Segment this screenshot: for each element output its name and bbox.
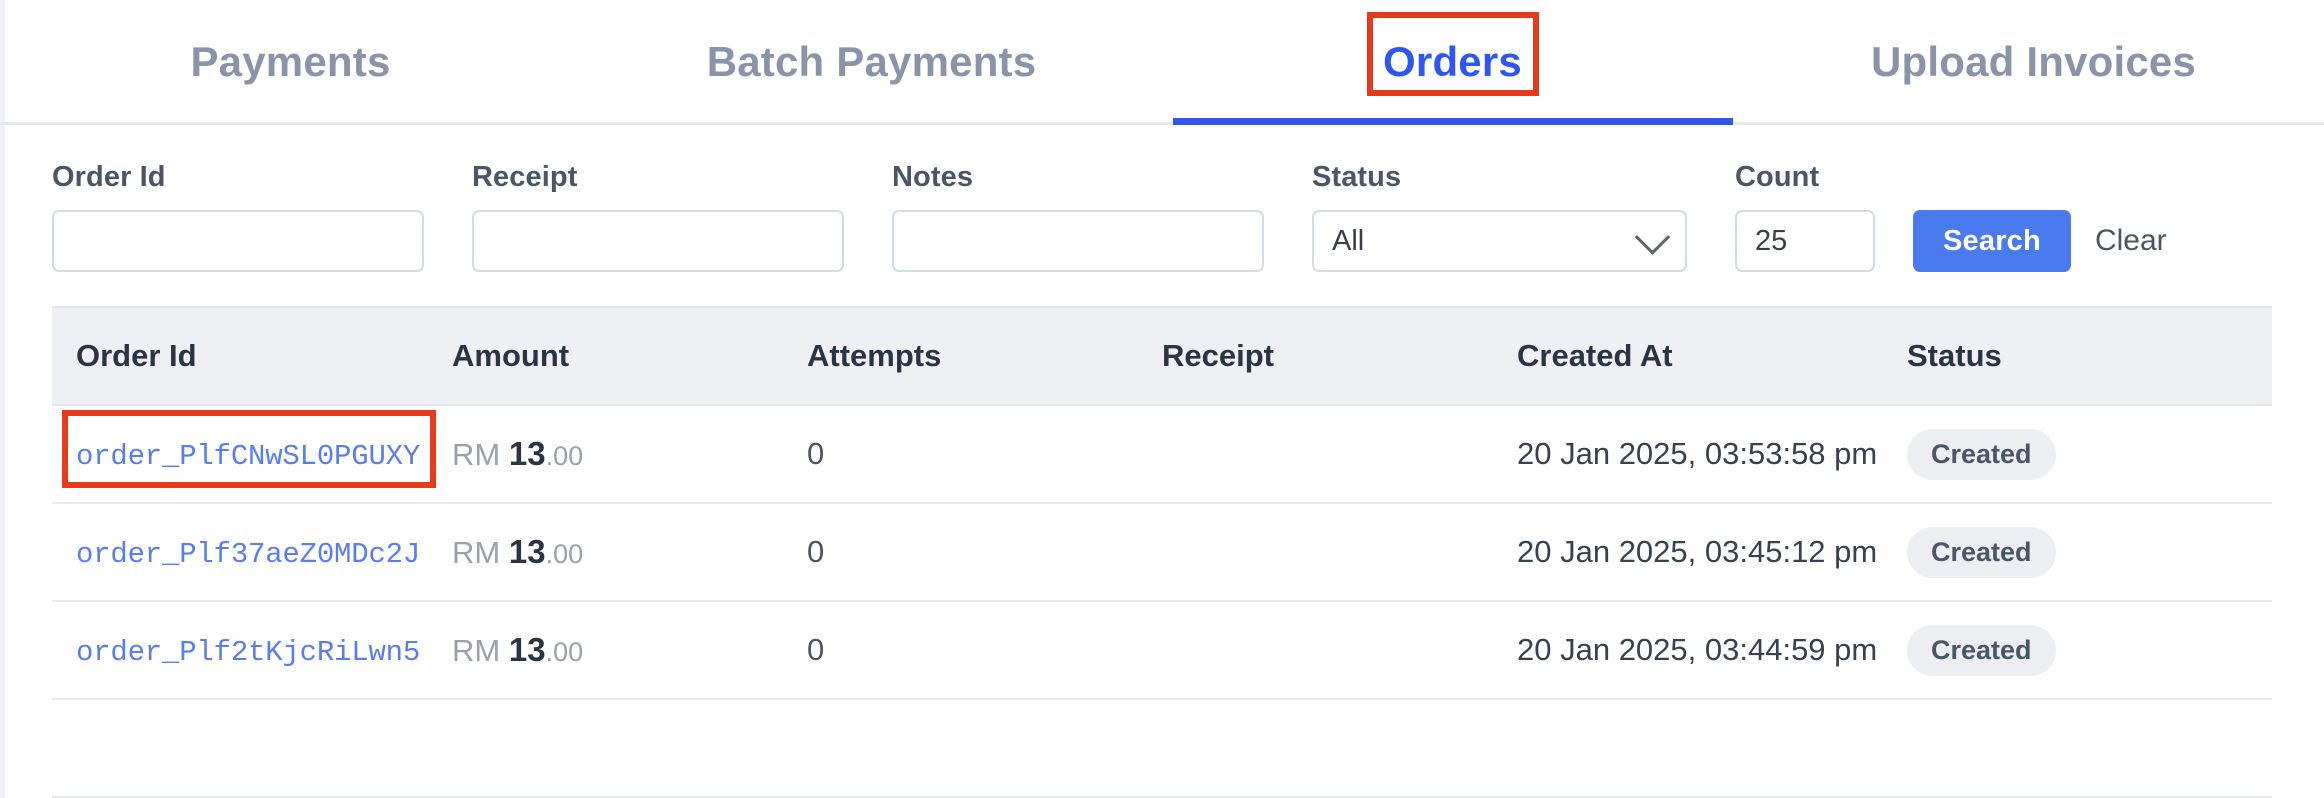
orders-table: Order Id Amount Attempts Receipt Created At S… [52, 306, 2272, 798]
amount-currency: RM [452, 633, 501, 668]
status-label: Status [1312, 161, 1402, 193]
status-select[interactable] [1312, 210, 1687, 272]
filter-receipt: Receipt [472, 161, 844, 272]
filter-count: Count [1735, 161, 1875, 272]
status-select-wrap [1312, 210, 1687, 272]
amount-decimal: .00 [545, 637, 584, 667]
tab-orders[interactable]: Orders [1162, 0, 1743, 127]
orders-table-area: Order Id Amount Attempts Receipt Created At S… [0, 306, 2324, 798]
column-header-amount: Amount [452, 306, 807, 406]
order-id-input[interactable] [52, 210, 424, 272]
cell-status [1907, 699, 2272, 798]
cell-receipt [1162, 503, 1517, 602]
cell-created-at: 20 Jan 2025, 03:44:59 pm [1517, 601, 1907, 700]
cell-order-id: order_Plf37aeZ0MDc2J [52, 503, 452, 602]
amount-decimal: .00 [545, 441, 584, 471]
column-header-order-id: Order Id [52, 306, 452, 406]
cell-order-id [52, 699, 452, 798]
cell-order-id: order_Plf2tKjcRiLwn5 [52, 601, 452, 700]
table-row: order_Plf37aeZ0MDc2J RM 13.00 0 20 Jan 2025… [52, 503, 2272, 602]
cell-created-at: 20 Jan 2025, 03:45:12 pm [1517, 503, 1907, 602]
column-header-created-at: Created At [1517, 306, 1907, 406]
cell-status: Created [1907, 601, 2272, 700]
tab-upload-invoices[interactable]: Upload Invoices [1743, 0, 2324, 124]
cell-amount: RM 13.00 [452, 601, 807, 700]
order-id-cell-wrap: order_PlfCNwSL0PGUXY [62, 409, 437, 488]
notes-input[interactable] [892, 210, 1264, 272]
filter-order-id: Order Id [52, 161, 424, 272]
table-body: order_PlfCNwSL0PGUXY RM 13.00 0 20 Jan 2025… [52, 405, 2272, 798]
order-id-cell-wrap: order_Plf37aeZ0MDc2J [76, 534, 420, 571]
column-header-receipt: Receipt [1162, 306, 1517, 406]
created-at-value: 20 Jan 2025, 03:44:59 pm [1517, 632, 1878, 667]
cell-created-at [1517, 699, 1907, 798]
cell-attempts: 0 [807, 405, 1162, 504]
cell-receipt [1162, 699, 1517, 798]
table-head: Order Id Amount Attempts Receipt Created At S… [52, 306, 2272, 406]
tab-label: Payments [190, 37, 391, 85]
receipt-label: Receipt [472, 161, 578, 193]
tab-label: Batch Payments [706, 37, 1037, 85]
cell-order-id: order_PlfCNwSL0PGUXY [52, 405, 452, 504]
cell-amount [452, 699, 807, 798]
column-header-attempts: Attempts [807, 306, 1162, 406]
created-at-value: 20 Jan 2025, 03:53:58 pm [1517, 436, 1878, 471]
amount-integer: 13 [508, 533, 546, 570]
order-id-link[interactable]: order_Plf2tKjcRiLwn5 [76, 636, 420, 669]
table-row: order_Plf2tKjcRiLwn5 RM 13.00 0 20 Jan 2025… [52, 601, 2272, 700]
cell-status: Created [1907, 503, 2272, 602]
status-badge: Created [1907, 526, 2056, 578]
table-row [52, 699, 2272, 798]
filter-status: Status [1312, 161, 1687, 272]
order-id-link[interactable]: order_PlfCNwSL0PGUXY [76, 440, 420, 473]
tab-payments[interactable]: Payments [0, 0, 581, 124]
amount-decimal: .00 [545, 539, 584, 569]
tab-label: Upload Invoices [1870, 37, 2197, 85]
cell-status: Created [1907, 405, 2272, 504]
created-at-value: 20 Jan 2025, 03:45:12 pm [1517, 534, 1878, 569]
status-badge: Created [1907, 428, 2056, 480]
cell-receipt [1162, 405, 1517, 504]
main-tab-bar: Payments Batch Payments Orders Upload Invoi… [0, 0, 2324, 127]
clear-button[interactable]: Clear [2071, 210, 2191, 272]
attempts-value: 0 [807, 534, 825, 569]
attempts-value: 0 [807, 632, 825, 667]
count-input[interactable] [1735, 210, 1875, 272]
notes-label: Notes [892, 161, 974, 193]
order-id-link[interactable]: order_Plf37aeZ0MDc2J [76, 538, 420, 571]
status-badge: Created [1907, 624, 2056, 676]
cell-created-at: 20 Jan 2025, 03:53:58 pm [1517, 405, 1907, 504]
order-id-label: Order Id [52, 161, 166, 193]
filter-notes: Notes [892, 161, 1264, 272]
cell-attempts: 0 [807, 503, 1162, 602]
cell-amount: RM 13.00 [452, 405, 807, 504]
table-header-row: Order Id Amount Attempts Receipt Created At S… [52, 306, 2272, 406]
amount-currency: RM [452, 437, 501, 472]
amount-integer: 13 [508, 631, 546, 668]
order-id-cell-wrap: order_Plf2tKjcRiLwn5 [76, 632, 420, 669]
amount-currency: RM [452, 535, 501, 570]
count-label: Count [1735, 161, 1820, 193]
cell-attempts: 0 [807, 601, 1162, 700]
search-button[interactable]: Search [1913, 210, 2071, 272]
tab-label: Orders [1383, 37, 1522, 85]
cell-amount: RM 13.00 [452, 503, 807, 602]
amount-integer: 13 [508, 435, 546, 472]
cell-attempts [807, 699, 1162, 798]
column-header-status: Status [1907, 306, 2272, 406]
orders-page: Payments Batch Payments Orders Upload Invoi… [0, 0, 2324, 798]
table-row: order_PlfCNwSL0PGUXY RM 13.00 0 20 Jan 2025… [52, 405, 2272, 504]
tab-batch-payments[interactable]: Batch Payments [581, 0, 1162, 124]
cell-receipt [1162, 601, 1517, 700]
attempts-value: 0 [807, 436, 825, 471]
filter-toolbar: Order Id Receipt Notes Status All Count … [0, 125, 2324, 306]
receipt-input[interactable] [472, 210, 844, 272]
